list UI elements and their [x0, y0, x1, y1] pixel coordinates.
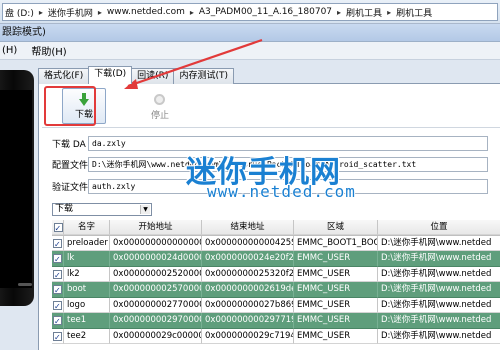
tab-download[interactable]: 下载(D)	[88, 66, 133, 84]
watermark-url: www.netded.com	[207, 182, 356, 201]
